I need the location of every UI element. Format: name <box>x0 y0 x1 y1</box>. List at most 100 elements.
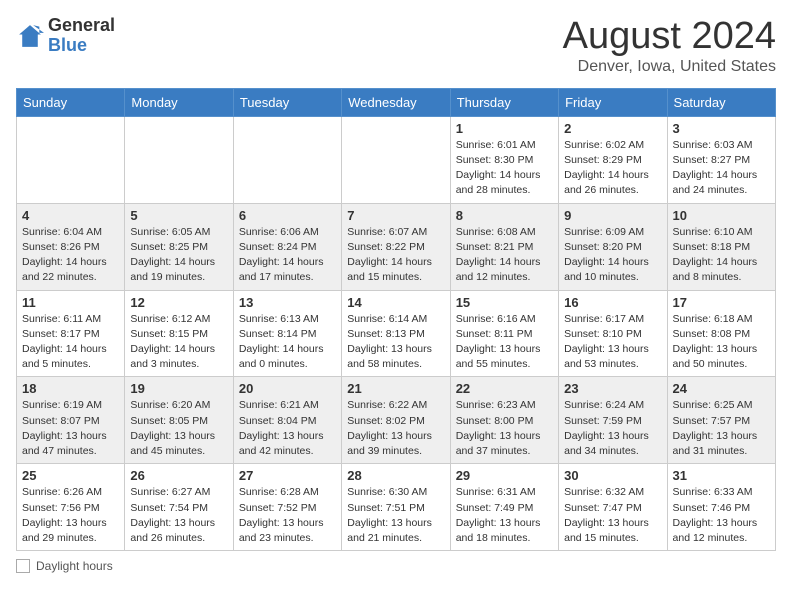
calendar-cell <box>17 116 125 203</box>
calendar-cell: 25 Sunrise: 6:26 AM Sunset: 7:56 PM Dayli… <box>17 464 125 551</box>
day-info: Sunrise: 6:02 AM Sunset: 8:29 PM Dayligh… <box>564 138 661 199</box>
day-info: Sunrise: 6:28 AM Sunset: 7:52 PM Dayligh… <box>239 485 336 546</box>
day-number: 29 <box>456 468 553 483</box>
day-number: 27 <box>239 468 336 483</box>
page-title: August 2024 <box>563 16 776 58</box>
calendar-week-row: 1 Sunrise: 6:01 AM Sunset: 8:30 PM Daylig… <box>17 116 776 203</box>
day-info: Sunrise: 6:31 AM Sunset: 7:49 PM Dayligh… <box>456 485 553 546</box>
calendar-cell <box>342 116 450 203</box>
logo-blue-text: Blue <box>48 36 115 56</box>
day-number: 10 <box>673 208 770 223</box>
calendar-cell: 28Sunrise: 6:30 AM Sunset: 7:51 PM Dayli… <box>342 464 450 551</box>
calendar-cell: 3 Sunrise: 6:03 AM Sunset: 8:27 PM Daylig… <box>667 116 775 203</box>
day-info: Sunrise: 6:13 AM Sunset: 8:14 PM Dayligh… <box>239 312 336 373</box>
day-number: 30 <box>564 468 661 483</box>
day-number: 24 <box>673 381 770 396</box>
day-info: Sunrise: 6:21 AM Sunset: 8:04 PM Dayligh… <box>239 398 336 459</box>
calendar-cell: 18 Sunrise: 6:19 AM Sunset: 8:07 PM Dayli… <box>17 377 125 464</box>
day-number: 21 <box>347 381 444 396</box>
calendar-header-sunday: Sunday <box>17 88 125 116</box>
day-info: Sunrise: 6:33 AM Sunset: 7:46 PM Dayligh… <box>673 485 770 546</box>
day-number: 20 <box>239 381 336 396</box>
day-info: Sunrise: 6:10 AM Sunset: 8:18 PM Dayligh… <box>673 225 770 286</box>
calendar-cell: 15Sunrise: 6:16 AM Sunset: 8:11 PM Dayli… <box>450 290 558 377</box>
day-number: 8 <box>456 208 553 223</box>
day-info: Sunrise: 6:25 AM Sunset: 7:57 PM Dayligh… <box>673 398 770 459</box>
calendar-header-monday: Monday <box>125 88 233 116</box>
calendar-cell: 5 Sunrise: 6:05 AM Sunset: 8:25 PM Daylig… <box>125 203 233 290</box>
logo-text: General Blue <box>48 16 115 56</box>
day-info: Sunrise: 6:14 AM Sunset: 8:13 PM Dayligh… <box>347 312 444 373</box>
day-info: Sunrise: 6:01 AM Sunset: 8:30 PM Dayligh… <box>456 138 553 199</box>
calendar-cell: 21 Sunrise: 6:22 AM Sunset: 8:02 PM Dayli… <box>342 377 450 464</box>
day-info: Sunrise: 6:03 AM Sunset: 8:27 PM Dayligh… <box>673 138 770 199</box>
day-info: Sunrise: 6:05 AM Sunset: 8:25 PM Dayligh… <box>130 225 227 286</box>
day-number: 22 <box>456 381 553 396</box>
logo: General Blue <box>16 16 115 56</box>
day-info: Sunrise: 6:06 AM Sunset: 8:24 PM Dayligh… <box>239 225 336 286</box>
calendar-header-saturday: Saturday <box>667 88 775 116</box>
title-area: August 2024 Denver, Iowa, United States <box>563 16 776 76</box>
day-info: Sunrise: 6:26 AM Sunset: 7:56 PM Dayligh… <box>22 485 119 546</box>
day-number: 5 <box>130 208 227 223</box>
calendar-cell: 22Sunrise: 6:23 AM Sunset: 8:00 PM Dayli… <box>450 377 558 464</box>
day-info: Sunrise: 6:08 AM Sunset: 8:21 PM Dayligh… <box>456 225 553 286</box>
calendar-header-row: SundayMondayTuesdayWednesdayThursdayFrid… <box>17 88 776 116</box>
calendar-cell: 23Sunrise: 6:24 AM Sunset: 7:59 PM Dayli… <box>559 377 667 464</box>
calendar-cell: 16 Sunrise: 6:17 AM Sunset: 8:10 PM Dayli… <box>559 290 667 377</box>
calendar-cell: 24 Sunrise: 6:25 AM Sunset: 7:57 PM Dayli… <box>667 377 775 464</box>
day-number: 6 <box>239 208 336 223</box>
logo-general-text: General <box>48 16 115 36</box>
calendar-header-thursday: Thursday <box>450 88 558 116</box>
day-number: 17 <box>673 295 770 310</box>
day-number: 18 <box>22 381 119 396</box>
day-info: Sunrise: 6:09 AM Sunset: 8:20 PM Dayligh… <box>564 225 661 286</box>
day-number: 2 <box>564 121 661 136</box>
day-number: 7 <box>347 208 444 223</box>
day-number: 26 <box>130 468 227 483</box>
calendar-header-tuesday: Tuesday <box>233 88 341 116</box>
calendar-cell: 19Sunrise: 6:20 AM Sunset: 8:05 PM Dayli… <box>125 377 233 464</box>
day-number: 28 <box>347 468 444 483</box>
day-number: 16 <box>564 295 661 310</box>
day-number: 25 <box>22 468 119 483</box>
calendar-cell: 29 Sunrise: 6:31 AM Sunset: 7:49 PM Dayli… <box>450 464 558 551</box>
calendar-cell: 8 Sunrise: 6:08 AM Sunset: 8:21 PM Daylig… <box>450 203 558 290</box>
calendar-cell: 4 Sunrise: 6:04 AM Sunset: 8:26 PM Daylig… <box>17 203 125 290</box>
day-number: 14 <box>347 295 444 310</box>
calendar-cell: 13 Sunrise: 6:13 AM Sunset: 8:14 PM Dayli… <box>233 290 341 377</box>
day-info: Sunrise: 6:20 AM Sunset: 8:05 PM Dayligh… <box>130 398 227 459</box>
calendar-week-row: 25 Sunrise: 6:26 AM Sunset: 7:56 PM Dayli… <box>17 464 776 551</box>
day-number: 13 <box>239 295 336 310</box>
calendar-header-friday: Friday <box>559 88 667 116</box>
calendar-cell: 31Sunrise: 6:33 AM Sunset: 7:46 PM Dayli… <box>667 464 775 551</box>
logo-icon <box>16 22 44 50</box>
calendar-cell: 27 Sunrise: 6:28 AM Sunset: 7:52 PM Dayli… <box>233 464 341 551</box>
day-info: Sunrise: 6:12 AM Sunset: 8:15 PM Dayligh… <box>130 312 227 373</box>
day-info: Sunrise: 6:22 AM Sunset: 8:02 PM Dayligh… <box>347 398 444 459</box>
calendar-header-wednesday: Wednesday <box>342 88 450 116</box>
legend-label: Daylight hours <box>36 559 113 573</box>
calendar-week-row: 11Sunrise: 6:11 AM Sunset: 8:17 PM Dayli… <box>17 290 776 377</box>
day-number: 9 <box>564 208 661 223</box>
day-info: Sunrise: 6:17 AM Sunset: 8:10 PM Dayligh… <box>564 312 661 373</box>
day-info: Sunrise: 6:04 AM Sunset: 8:26 PM Dayligh… <box>22 225 119 286</box>
day-info: Sunrise: 6:18 AM Sunset: 8:08 PM Dayligh… <box>673 312 770 373</box>
calendar-cell: 26Sunrise: 6:27 AM Sunset: 7:54 PM Dayli… <box>125 464 233 551</box>
day-info: Sunrise: 6:24 AM Sunset: 7:59 PM Dayligh… <box>564 398 661 459</box>
page-subtitle: Denver, Iowa, United States <box>563 58 776 76</box>
day-number: 12 <box>130 295 227 310</box>
day-number: 1 <box>456 121 553 136</box>
calendar-cell: 11Sunrise: 6:11 AM Sunset: 8:17 PM Dayli… <box>17 290 125 377</box>
calendar-cell: 12 Sunrise: 6:12 AM Sunset: 8:15 PM Dayli… <box>125 290 233 377</box>
calendar-week-row: 18 Sunrise: 6:19 AM Sunset: 8:07 PM Dayli… <box>17 377 776 464</box>
day-number: 4 <box>22 208 119 223</box>
day-info: Sunrise: 6:07 AM Sunset: 8:22 PM Dayligh… <box>347 225 444 286</box>
day-number: 3 <box>673 121 770 136</box>
calendar-cell: 30Sunrise: 6:32 AM Sunset: 7:47 PM Dayli… <box>559 464 667 551</box>
day-info: Sunrise: 6:19 AM Sunset: 8:07 PM Dayligh… <box>22 398 119 459</box>
calendar-cell: 1 Sunrise: 6:01 AM Sunset: 8:30 PM Daylig… <box>450 116 558 203</box>
header: General Blue August 2024 Denver, Iowa, U… <box>16 16 776 76</box>
calendar-cell: 20 Sunrise: 6:21 AM Sunset: 8:04 PM Dayli… <box>233 377 341 464</box>
calendar-cell: 9 Sunrise: 6:09 AM Sunset: 8:20 PM Daylig… <box>559 203 667 290</box>
